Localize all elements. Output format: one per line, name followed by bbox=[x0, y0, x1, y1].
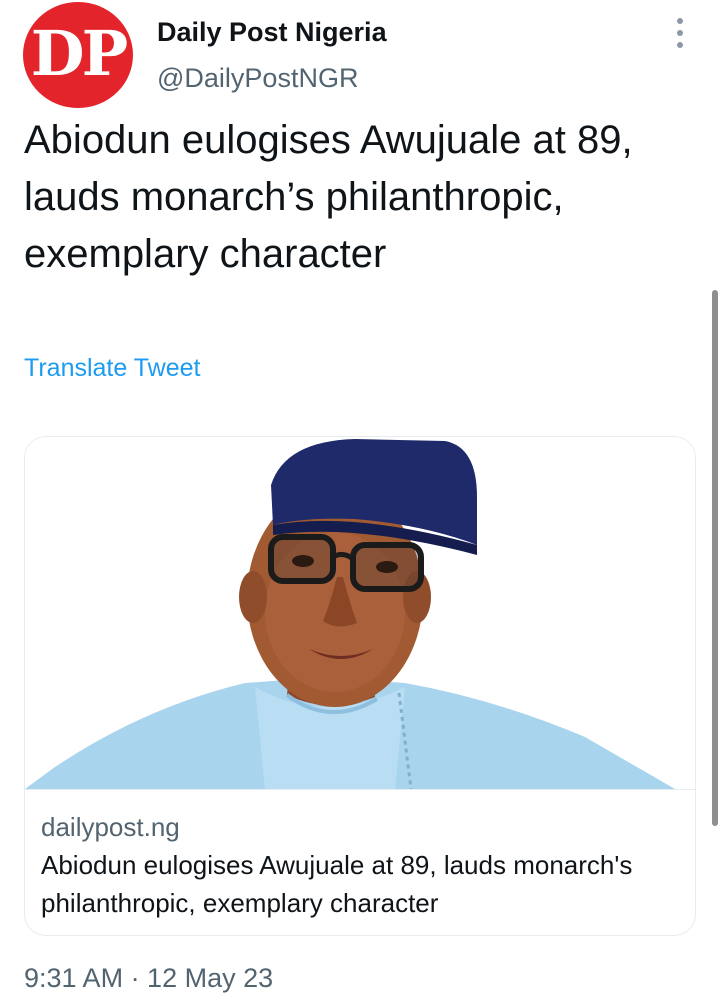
scrollbar[interactable] bbox=[712, 290, 718, 826]
card-domain: dailypost.ng bbox=[41, 812, 180, 842]
card-image bbox=[25, 437, 695, 790]
more-vertical-icon[interactable] bbox=[670, 16, 690, 50]
tweet-text: Abiodun eulogises Awujuale at 89, lauds … bbox=[24, 118, 633, 276]
portrait-illustration bbox=[25, 439, 675, 790]
card-title: Abiodun eulogises Awujuale at 89, lauds … bbox=[41, 850, 633, 918]
avatar-initials: DP bbox=[30, 17, 128, 90]
avatar[interactable]: DP bbox=[23, 2, 133, 108]
link-preview-card[interactable]: dailypost.ng Abiodun eulogises Awujuale … bbox=[24, 436, 696, 936]
author-name[interactable]: Daily Post Nigeria bbox=[157, 14, 387, 50]
card-meta: dailypost.ng Abiodun eulogises Awujuale … bbox=[25, 789, 695, 935]
tweet-timestamp[interactable]: 9:31 AM · 12 May 23 bbox=[24, 960, 273, 996]
author-handle[interactable]: @DailyPostNGR bbox=[157, 60, 358, 96]
tweet-header: DP Daily Post Nigeria @DailyPostNGR bbox=[0, 0, 720, 110]
translate-tweet-link[interactable]: Translate Tweet bbox=[24, 351, 200, 385]
